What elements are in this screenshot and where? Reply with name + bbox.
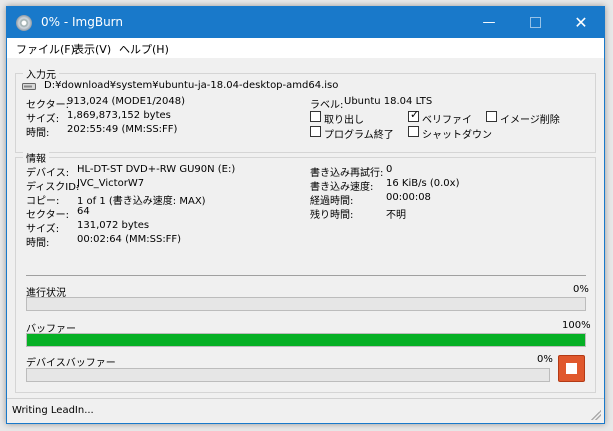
info-sectors-value: 64: [77, 206, 90, 217]
buffer-bar: [26, 333, 586, 347]
info-group-title: 情報: [23, 150, 49, 165]
source-group-title: 入力元: [23, 66, 59, 81]
device-label: デバイス:: [26, 168, 70, 179]
delete-image-label: イメージ削除: [500, 115, 560, 126]
stop-icon: [566, 363, 577, 374]
copy-label: コピー:: [26, 196, 60, 207]
close-icon: ✕: [574, 13, 588, 32]
volume-label-key: ラベル:: [310, 100, 344, 111]
shutdown-checkbox[interactable]: [408, 126, 419, 137]
source-time-label: 時間:: [26, 128, 50, 139]
disc-id-value: JVC_VictorW7: [77, 178, 145, 189]
eject-label: 取り出し: [324, 115, 364, 126]
status-text: Writing LeadIn...: [12, 405, 94, 416]
write-speed-value: 16 KiB/s (0.0x): [386, 178, 460, 189]
close-program-label: プログラム終了: [324, 130, 394, 141]
overall-progress-percent: 0%: [573, 284, 589, 295]
write-retries-label: 書き込み再試行:: [310, 168, 384, 179]
menu-help[interactable]: ヘルプ(H): [119, 41, 169, 57]
title-bar[interactable]: 0% - ImgBurn — ✕: [7, 7, 604, 38]
volume-label-value: Ubuntu 18.04 LTS: [344, 96, 433, 107]
imgburn-window: 0% - ImgBurn — ✕ ファイル(F) 表示(V) ヘルプ(H) 入力…: [6, 6, 605, 424]
menu-view[interactable]: 表示(V): [73, 41, 111, 57]
copy-value: 1 of 1 (書き込み速度: MAX): [77, 196, 206, 207]
elapsed-time-label: 経過時間:: [310, 196, 354, 207]
window-title: 0% - ImgBurn: [41, 15, 124, 29]
verify-label: ベリファイ: [422, 115, 472, 126]
time-remaining-value: 不明: [386, 210, 406, 221]
elapsed-time-value: 00:00:08: [386, 192, 431, 203]
disc-icon: [16, 15, 32, 31]
source-file-path: D:¥download¥system¥ubuntu-ja-18.04-deskt…: [44, 80, 339, 91]
write-speed-label: 書き込み速度:: [310, 182, 374, 193]
info-time-value: 00:02:64 (MM:SS:FF): [77, 234, 182, 245]
drive-icon: [22, 83, 36, 90]
stop-button[interactable]: [558, 355, 585, 382]
menu-file[interactable]: ファイル(F): [16, 41, 75, 57]
progress-divider: [26, 275, 586, 276]
disc-id-label: ディスクID:: [26, 182, 80, 193]
source-sectors-value: 913,024 (MODE1/2048): [67, 96, 186, 107]
source-time-value: 202:55:49 (MM:SS:FF): [67, 124, 178, 135]
overall-progress-bar: [26, 297, 586, 311]
menu-bar: ファイル(F) 表示(V) ヘルプ(H): [7, 38, 604, 58]
info-size-value: 131,072 bytes: [77, 220, 150, 231]
device-value: HL-DT-ST DVD+-RW GU90N (E:): [77, 164, 236, 175]
verify-checkbox[interactable]: ✓: [408, 108, 420, 122]
status-bar: Writing LeadIn...: [7, 398, 604, 423]
source-size-value: 1,869,873,152 bytes: [67, 110, 171, 121]
time-remaining-label: 残り時間:: [310, 210, 354, 221]
write-retries-value: 0: [386, 164, 393, 175]
resize-grip[interactable]: [591, 410, 601, 420]
info-time-label: 時間:: [26, 238, 50, 249]
shutdown-label: シャットダウン: [422, 130, 492, 141]
device-buffer-label: デバイスバッファー: [26, 358, 116, 369]
eject-checkbox[interactable]: [310, 111, 321, 122]
minimize-button[interactable]: —: [466, 7, 512, 38]
close-program-checkbox[interactable]: [310, 126, 321, 137]
device-buffer-bar: [26, 368, 550, 382]
buffer-fill: [27, 334, 585, 346]
maximize-icon: [529, 17, 541, 28]
source-size-label: サイズ:: [26, 114, 60, 125]
info-sectors-label: セクター:: [26, 210, 69, 221]
minimize-icon: —: [482, 15, 496, 30]
source-sectors-label: セクター:: [26, 100, 69, 111]
buffer-percent: 100%: [562, 320, 591, 331]
device-buffer-percent: 0%: [537, 354, 553, 365]
delete-image-checkbox[interactable]: [486, 111, 497, 122]
checkmark-icon: ✓: [410, 108, 420, 121]
info-size-label: サイズ:: [26, 224, 60, 235]
close-button[interactable]: ✕: [558, 7, 604, 38]
maximize-button[interactable]: [512, 7, 558, 38]
